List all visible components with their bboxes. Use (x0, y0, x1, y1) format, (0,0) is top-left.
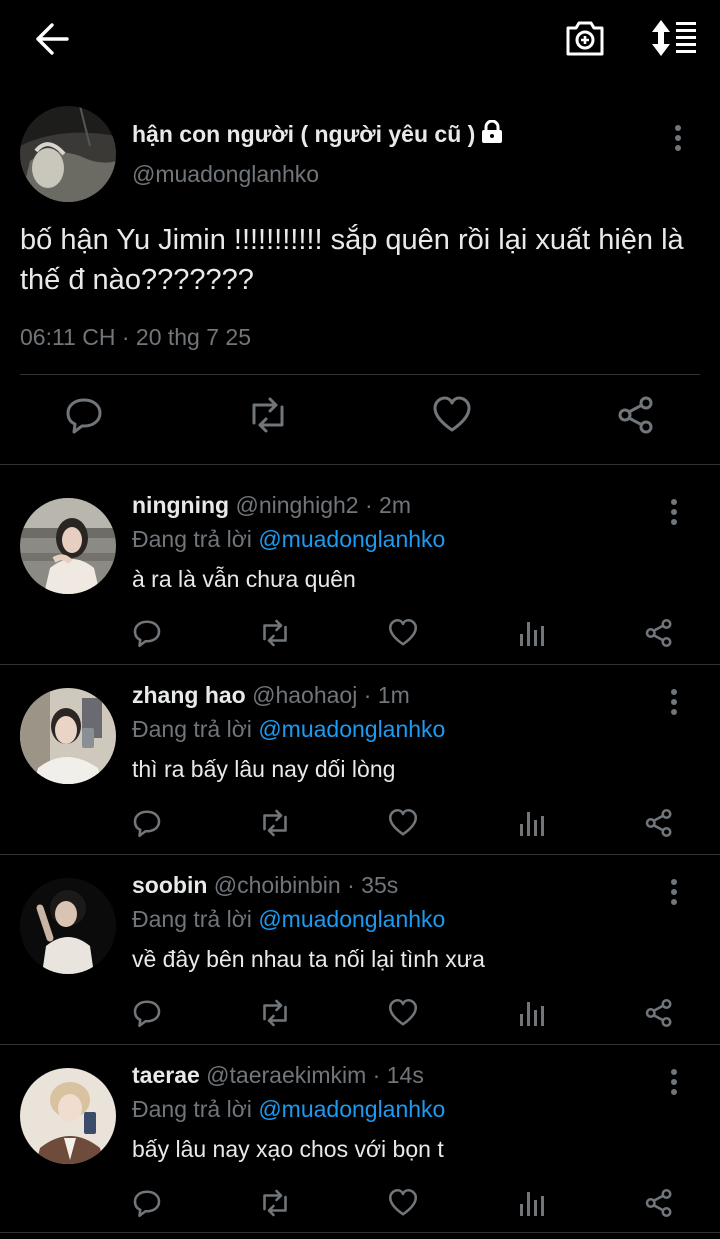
reply-author-name[interactable]: soobin (132, 872, 207, 898)
replying-prefix: Đang trả lời (132, 526, 252, 552)
replying-to: Đang trả lời @muadonglanhko (132, 906, 445, 933)
avatar[interactable] (20, 1068, 116, 1164)
views-analytics-icon[interactable] (518, 1188, 546, 1223)
like-heart-icon[interactable] (388, 808, 418, 843)
share-icon[interactable] (644, 1188, 674, 1223)
replying-to: Đang trả lời @muadonglanhko (132, 526, 445, 553)
reply-header: ningning @ninghigh2 · 2m (132, 492, 411, 519)
reply-action-bar (0, 998, 720, 1034)
reply-item[interactable]: zhang hao @haohaoj · 1m Đang trả lời @mu… (0, 680, 720, 855)
reply-header: soobin @choibinbin · 35s (132, 872, 398, 899)
reply-item[interactable]: ningning @ninghigh2 · 2m Đang trả lời @m… (0, 490, 720, 665)
reply-author-handle[interactable]: @choibinbin (214, 872, 341, 898)
reply-author-name[interactable]: zhang hao (132, 682, 246, 708)
views-analytics-icon[interactable] (518, 618, 546, 653)
share-icon[interactable] (644, 808, 674, 843)
reply-icon[interactable] (132, 1188, 162, 1223)
reply-action-bar (0, 618, 720, 654)
reply-action-bar (0, 1188, 720, 1224)
tweet-timestamp[interactable]: 06:11 CH · 20 thg 7 25 (20, 324, 251, 351)
more-options-icon[interactable] (668, 686, 680, 723)
separator-dot: · (347, 872, 355, 898)
reply-text: bấy lâu nay xạo chos với bọn t (132, 1136, 444, 1162)
author-handle[interactable]: @muadonglanhko (132, 161, 319, 188)
views-analytics-icon[interactable] (518, 998, 546, 1033)
tweet-action-bar (0, 395, 720, 445)
reply-header: zhang hao @haohaoj · 1m (132, 682, 410, 709)
like-heart-icon[interactable] (432, 395, 472, 440)
sort-lines-icon[interactable] (650, 18, 698, 58)
share-icon[interactable] (644, 618, 674, 653)
avatar[interactable] (20, 878, 116, 974)
avatar[interactable] (20, 498, 116, 594)
replying-prefix: Đang trả lời (132, 906, 252, 932)
reply-icon[interactable] (132, 998, 162, 1033)
reply-time: 1m (377, 682, 410, 708)
author-avatar[interactable] (20, 106, 116, 202)
replying-mention[interactable]: @muadonglanhko (258, 716, 445, 742)
views-analytics-icon[interactable] (518, 808, 546, 843)
retweet-icon[interactable] (258, 808, 292, 843)
more-options-icon[interactable] (668, 876, 680, 913)
replying-prefix: Đang trả lời (132, 1096, 252, 1122)
retweet-icon[interactable] (258, 1188, 292, 1223)
retweet-icon[interactable] (258, 998, 292, 1033)
replying-prefix: Đang trả lời (132, 716, 252, 742)
author-name[interactable]: hận con người ( người yêu cũ ) (132, 119, 503, 150)
reply-item[interactable]: taerae @taeraekimkim · 14s Đang trả lời … (0, 1060, 720, 1233)
back-arrow-icon[interactable] (34, 22, 70, 56)
avatar[interactable] (20, 688, 116, 784)
more-options-icon[interactable] (672, 122, 684, 159)
like-heart-icon[interactable] (388, 1188, 418, 1223)
divider (20, 374, 700, 375)
replying-to: Đang trả lời @muadonglanhko (132, 716, 445, 743)
reply-item[interactable]: soobin @choibinbin · 35s Đang trả lời @m… (0, 870, 720, 1045)
reply-time: 35s (361, 872, 399, 898)
replying-to: Đang trả lời @muadonglanhko (132, 1096, 445, 1123)
reply-text: thì ra bấy lâu nay dối lòng (132, 756, 396, 782)
separator-dot: · (363, 682, 372, 708)
reply-text: về đây bên nhau ta nối lại tình xưa (132, 946, 485, 972)
separator-dot: · (364, 492, 373, 518)
reply-header: taerae @taeraekimkim · 14s (132, 1062, 424, 1089)
retweet-icon[interactable] (246, 395, 290, 440)
top-bar (0, 0, 720, 80)
more-options-icon[interactable] (668, 496, 680, 533)
separator-dot: · (372, 1062, 381, 1088)
reply-icon[interactable] (132, 808, 162, 843)
reply-action-bar (0, 808, 720, 844)
reply-text: à ra là vẫn chưa quên (132, 566, 356, 592)
tweet-author: hận con người ( người yêu cũ ) @muadongl… (20, 106, 710, 206)
tweet-text: bố hận Yu Jimin !!!!!!!!!!! sắp quên rồi… (20, 224, 684, 296)
reply-author-handle[interactable]: @ninghigh2 (235, 492, 358, 518)
reply-author-name[interactable]: taerae (132, 1062, 200, 1088)
reply-author-handle[interactable]: @taeraekimkim (206, 1062, 366, 1088)
replying-mention[interactable]: @muadonglanhko (258, 526, 445, 552)
more-options-icon[interactable] (668, 1066, 680, 1103)
reply-time: 2m (379, 492, 411, 518)
replying-mention[interactable]: @muadonglanhko (258, 1096, 445, 1122)
retweet-icon[interactable] (258, 618, 292, 653)
camera-plus-icon[interactable] (564, 18, 606, 58)
reply-icon[interactable] (132, 618, 162, 653)
like-heart-icon[interactable] (388, 618, 418, 653)
like-heart-icon[interactable] (388, 998, 418, 1033)
share-icon[interactable] (616, 395, 656, 440)
divider (0, 464, 720, 465)
reply-author-name[interactable]: ningning (132, 492, 229, 518)
lock-icon (481, 119, 503, 150)
reply-author-handle[interactable]: @haohaoj (252, 682, 357, 708)
reply-time: 14s (386, 1062, 424, 1088)
share-icon[interactable] (644, 998, 674, 1033)
author-name-text: hận con người ( người yêu cũ ) (132, 121, 476, 147)
reply-icon[interactable] (64, 395, 104, 440)
replying-mention[interactable]: @muadonglanhko (258, 906, 445, 932)
